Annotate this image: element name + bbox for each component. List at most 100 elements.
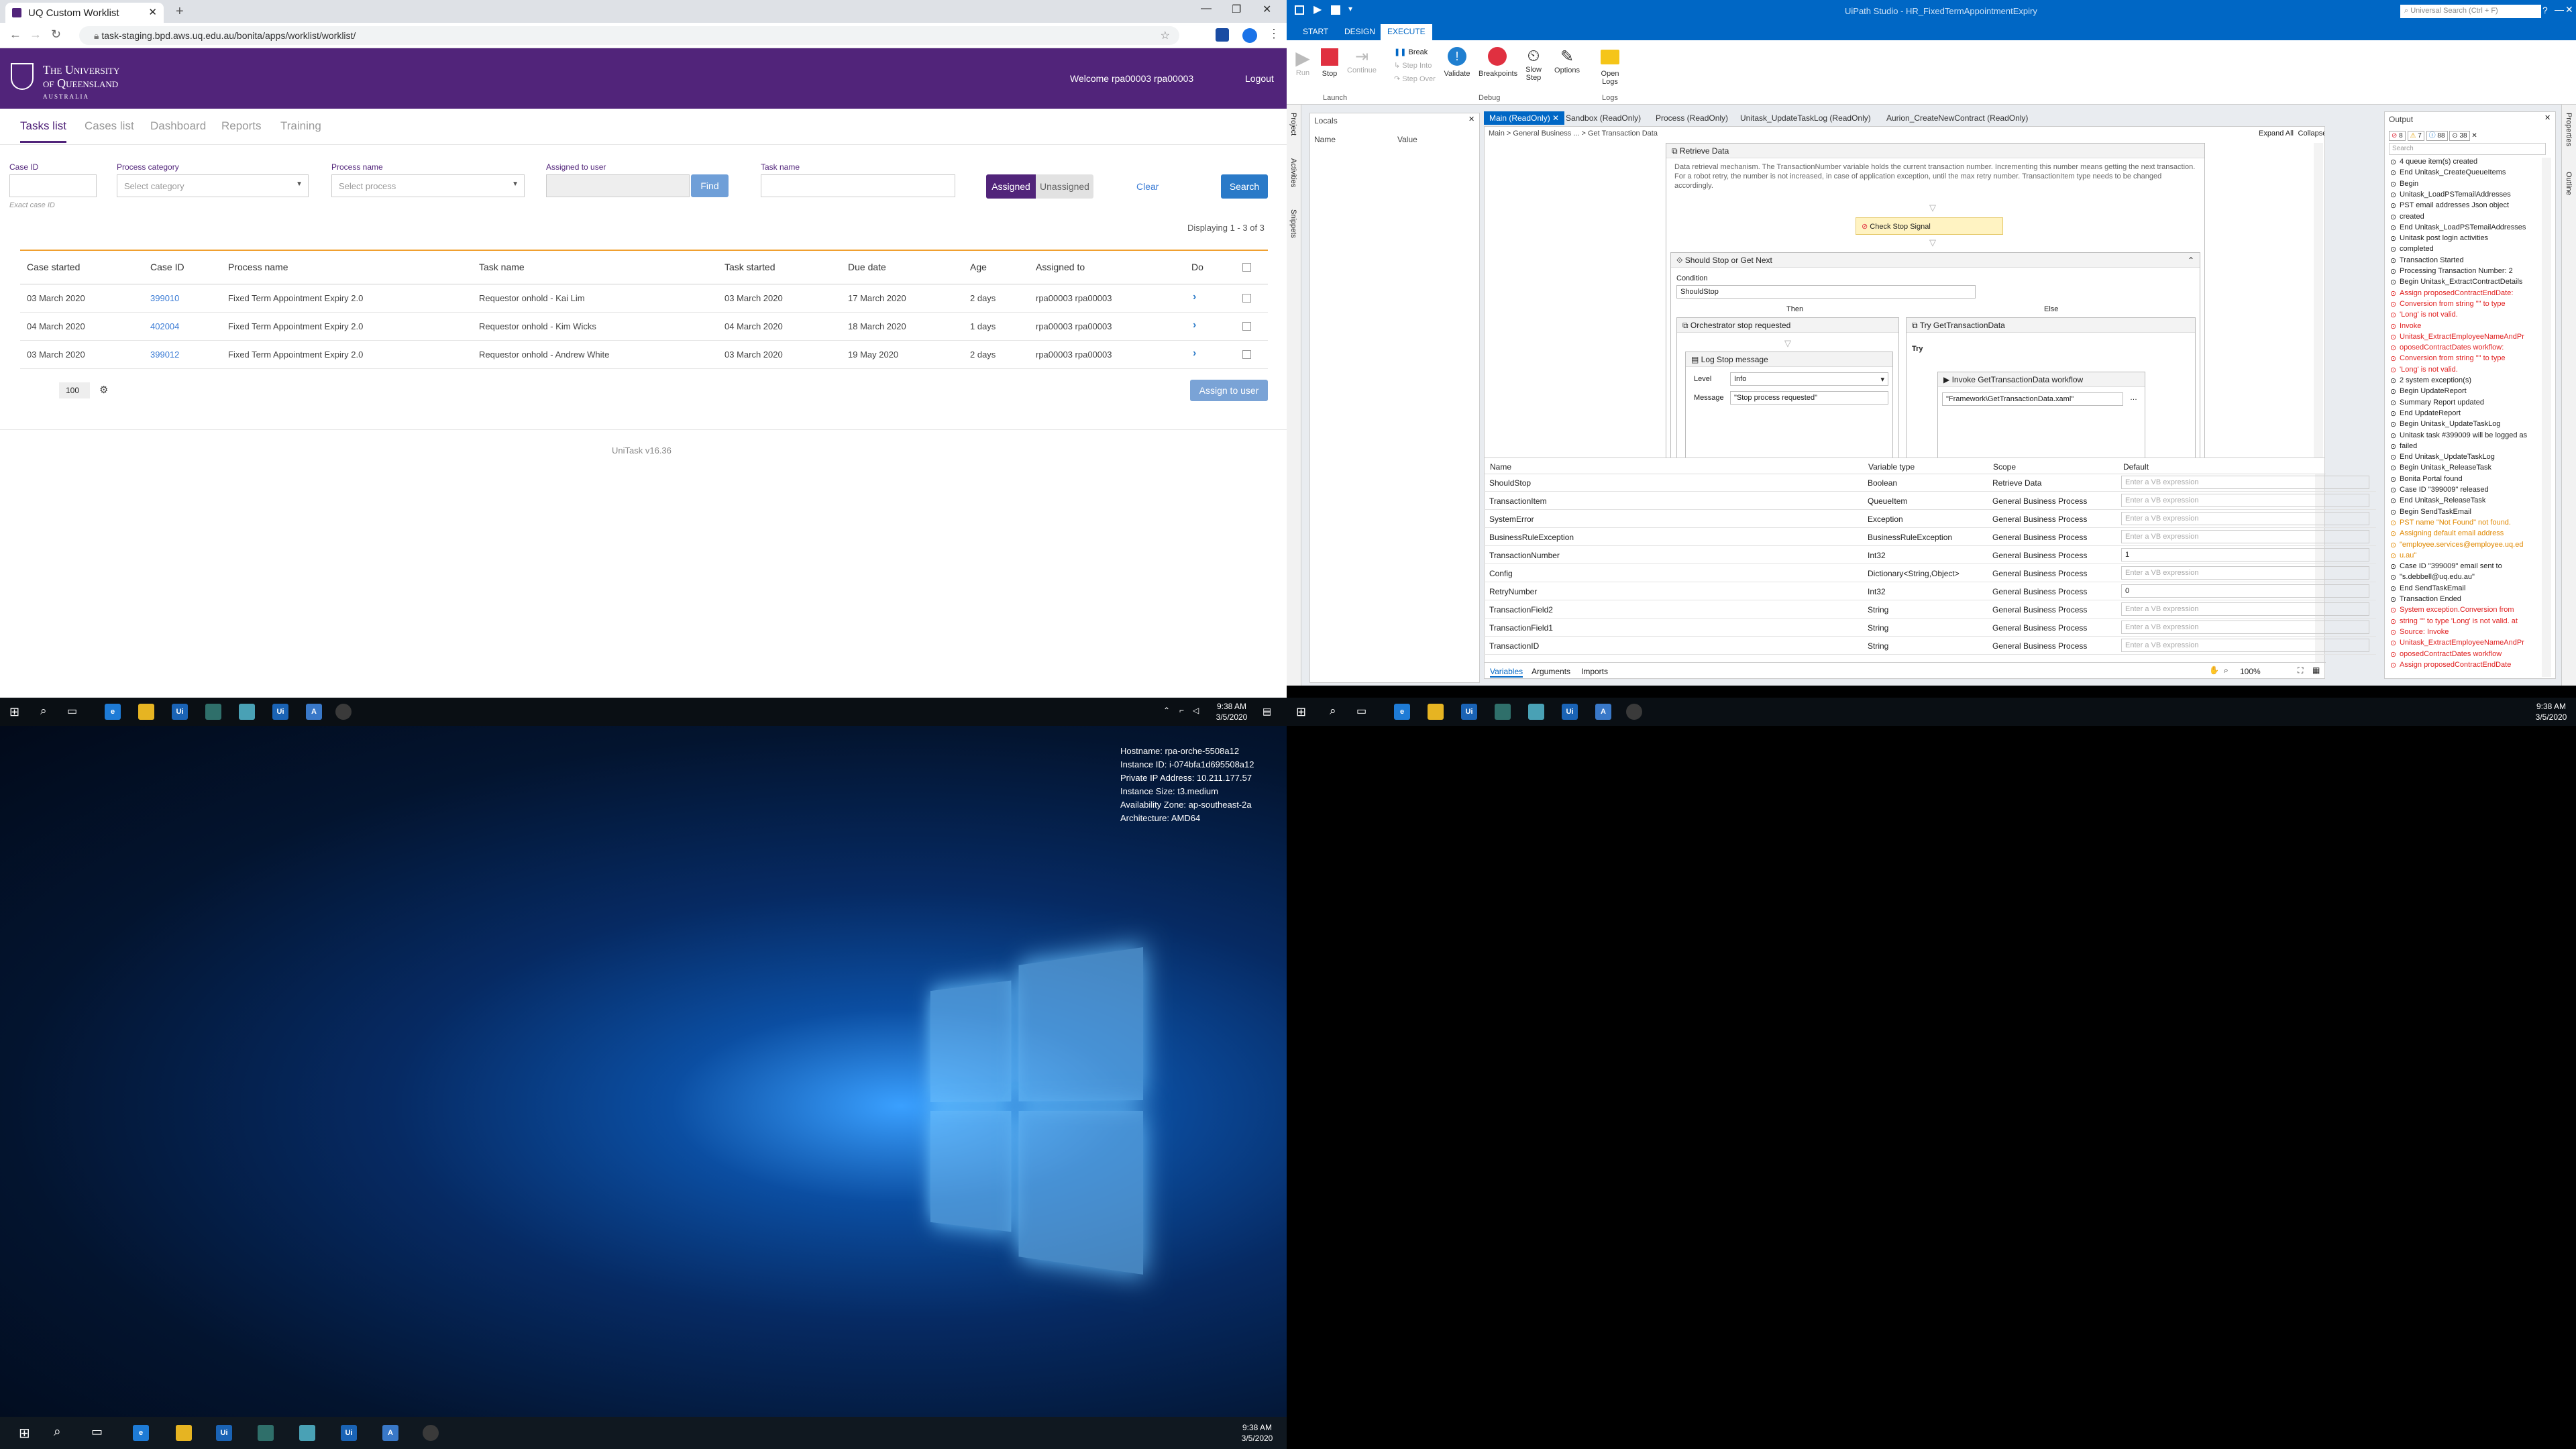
windows-start-icon[interactable]: ⊞	[19, 1425, 30, 1442]
extension-icon[interactable]	[1216, 28, 1229, 42]
file-explorer-icon[interactable]	[138, 704, 154, 720]
rail-outline[interactable]: Outline	[2565, 172, 2573, 195]
col-assigned-to[interactable]: Assigned to	[1036, 262, 1085, 272]
output-line[interactable]: ⊙ Case ID "399009" released	[2390, 486, 2489, 494]
variable-row[interactable]: ShouldStop Boolean Retrieve Data Enter a VB…	[1484, 474, 2376, 492]
variable-row[interactable]: TransactionField2 String General Business …	[1484, 600, 2376, 619]
output-line[interactable]: ⊙ Unitask post login activities	[2390, 234, 2488, 243]
output-line[interactable]: ⊙ 'Long' is not valid.	[2390, 311, 2458, 319]
open-logs-button[interactable]: Open Logs	[1595, 47, 1625, 86]
do-chevron-icon[interactable]: ›	[1193, 319, 1196, 331]
uipath-studio-icon[interactable]: Ui	[172, 704, 188, 720]
variable-row[interactable]: SystemError Exception General Business Pro…	[1484, 510, 2376, 528]
clear-link[interactable]: Clear	[1136, 181, 1159, 192]
tab-training[interactable]: Training	[280, 119, 321, 133]
tab-design[interactable]: DESIGN	[1344, 27, 1375, 36]
workflow-path-input[interactable]: "Framework\GetTransactionData.xaml"	[1942, 392, 2123, 406]
output-line[interactable]: ⊙ Bonita Portal found	[2390, 475, 2463, 484]
maximize-icon[interactable]: ❐	[1232, 3, 1241, 16]
output-search[interactable]: Search	[2389, 143, 2546, 155]
breadcrumb-get-transaction[interactable]: Get Transaction Data	[1588, 129, 1658, 138]
output-line[interactable]: ⊙ Invoke	[2390, 322, 2421, 331]
fit-screen-icon[interactable]: ⛶	[2298, 665, 2303, 676]
uipath-robot-icon[interactable]	[1495, 704, 1511, 720]
profile-avatar-icon[interactable]	[1242, 28, 1257, 43]
breakpoints-button[interactable]: Breakpoints	[1479, 47, 1517, 78]
search-button[interactable]: Search	[1221, 174, 1268, 199]
volume-icon[interactable]: ◁	[1193, 706, 1199, 715]
chrome-icon[interactable]	[1626, 704, 1642, 720]
var-default[interactable]: Enter a VB expression	[2121, 602, 2369, 616]
output-line[interactable]: ⊙ 'Long' is not valid.	[2390, 366, 2458, 374]
collapse-icon[interactable]: ⌃	[2188, 256, 2194, 265]
warning-filter[interactable]: ⚠ 7	[2407, 131, 2424, 141]
taskbar-clock[interactable]: 9:38 AM 3/5/2020	[1206, 701, 1257, 722]
stop-icon[interactable]	[1331, 5, 1340, 15]
output-line[interactable]: ⊙ Case ID "399009" email sent to	[2390, 562, 2502, 571]
output-line[interactable]: ⊙ Begin Unitask_ReleaseTask	[2390, 464, 2491, 472]
case-id-link[interactable]: 399010	[150, 293, 179, 303]
break-button[interactable]: ❚❚ Break	[1394, 46, 1436, 59]
assigned-user-input[interactable]	[546, 174, 690, 197]
uipath-assistant-icon[interactable]	[239, 704, 255, 720]
uipath-orchestrator-icon[interactable]: Ui	[1562, 704, 1578, 720]
app-icon[interactable]: A	[1595, 704, 1611, 720]
output-scrollbar[interactable]	[2542, 158, 2551, 677]
run-icon[interactable]: ▶	[1313, 3, 1322, 16]
col-case-id[interactable]: Case ID	[150, 262, 184, 272]
output-line[interactable]: ⊙ Unitask_ExtractEmployeeNameAndPr	[2390, 639, 2524, 647]
search-icon[interactable]: ⌕	[54, 1425, 61, 1440]
clear-output-icon[interactable]: ✕	[2471, 132, 2477, 140]
output-line[interactable]: ⊙ End SendTaskEmail	[2390, 584, 2465, 593]
output-line[interactable]: ⊙ failed	[2390, 442, 2417, 451]
output-line[interactable]: ⊙ string "" to type 'Long' is not valid. …	[2390, 617, 2518, 626]
do-chevron-icon[interactable]: ›	[1193, 291, 1196, 303]
variable-row[interactable]: TransactionNumber Int32 General Business P…	[1484, 546, 2376, 564]
zoom-level[interactable]: 100%	[2240, 667, 2261, 676]
output-line[interactable]: ⊙ Transaction Started	[2390, 256, 2464, 265]
col-due-date[interactable]: Due date	[848, 262, 886, 272]
windows-start-icon[interactable]: ⊞	[1296, 705, 1306, 719]
message-input[interactable]: "Stop process requested"	[1730, 391, 1888, 405]
output-line[interactable]: ⊙ End Unitask_UpdateTaskLog	[2390, 453, 2495, 462]
var-default[interactable]: 0	[2121, 584, 2369, 598]
var-default[interactable]: Enter a VB expression	[2121, 621, 2369, 634]
uipath-studio-icon[interactable]: Ui	[1461, 704, 1477, 720]
case-id-link[interactable]: 402004	[150, 321, 179, 331]
table-row[interactable]: 03 March 2020 399012 Fixed Term Appointm…	[20, 341, 1268, 369]
app-icon[interactable]: A	[306, 704, 322, 720]
case-id-link[interactable]: 399012	[150, 350, 179, 360]
output-line[interactable]: ⊙ u.au"	[2390, 551, 2416, 560]
col-process-name[interactable]: Process name	[228, 262, 288, 272]
task-view-icon[interactable]: ▭	[67, 704, 77, 718]
variable-row[interactable]: TransactionItem QueueItem General Business…	[1484, 492, 2376, 510]
doc-tab-update-task-log[interactable]: Unitask_UpdateTaskLog (ReadOnly)	[1735, 111, 1876, 125]
row-checkbox[interactable]	[1242, 322, 1251, 331]
output-line[interactable]: ⊙ Unitask_ExtractEmployeeNameAndPr	[2390, 333, 2524, 341]
tab-imports[interactable]: Imports	[1581, 667, 1608, 676]
output-line[interactable]: ⊙ oposedContractDates workflow	[2390, 650, 2502, 659]
col-task-started[interactable]: Task started	[724, 262, 775, 272]
forward-icon[interactable]: →	[30, 28, 42, 42]
tray-chevron-icon[interactable]: ⌃	[1163, 706, 1170, 715]
network-icon[interactable]: ⌐	[1179, 706, 1184, 715]
row-checkbox[interactable]	[1242, 350, 1251, 359]
task-view-icon[interactable]: ▭	[91, 1425, 103, 1439]
close-window-icon[interactable]: ✕	[2565, 4, 2573, 15]
doc-tab-sandbox[interactable]: Sandbox (ReadOnly)	[1560, 111, 1646, 125]
output-line[interactable]: ⊙ Processing Transaction Number: 2	[2390, 267, 2513, 276]
output-line[interactable]: ⊙ Begin SendTaskEmail	[2390, 508, 2471, 517]
rail-activities[interactable]: Activities	[1289, 158, 1297, 187]
logout-link[interactable]: Logout	[1245, 73, 1274, 84]
tab-dashboard[interactable]: Dashboard	[150, 119, 206, 133]
output-line[interactable]: ⊙ Summary Report updated	[2390, 398, 2484, 407]
uipath-assistant-icon[interactable]	[1528, 704, 1544, 720]
step-over-button[interactable]: ↷ Step Over	[1394, 72, 1436, 86]
task-name-input[interactable]	[761, 174, 955, 197]
trace-filter[interactable]: ⊙ 38	[2449, 131, 2470, 141]
category-select[interactable]: Select category ▼	[117, 174, 309, 197]
chrome-icon[interactable]	[335, 704, 352, 720]
output-line[interactable]: ⊙ Begin	[2390, 180, 2418, 189]
close-pane-icon[interactable]: ✕	[2544, 113, 2551, 122]
do-chevron-icon[interactable]: ›	[1193, 347, 1196, 360]
